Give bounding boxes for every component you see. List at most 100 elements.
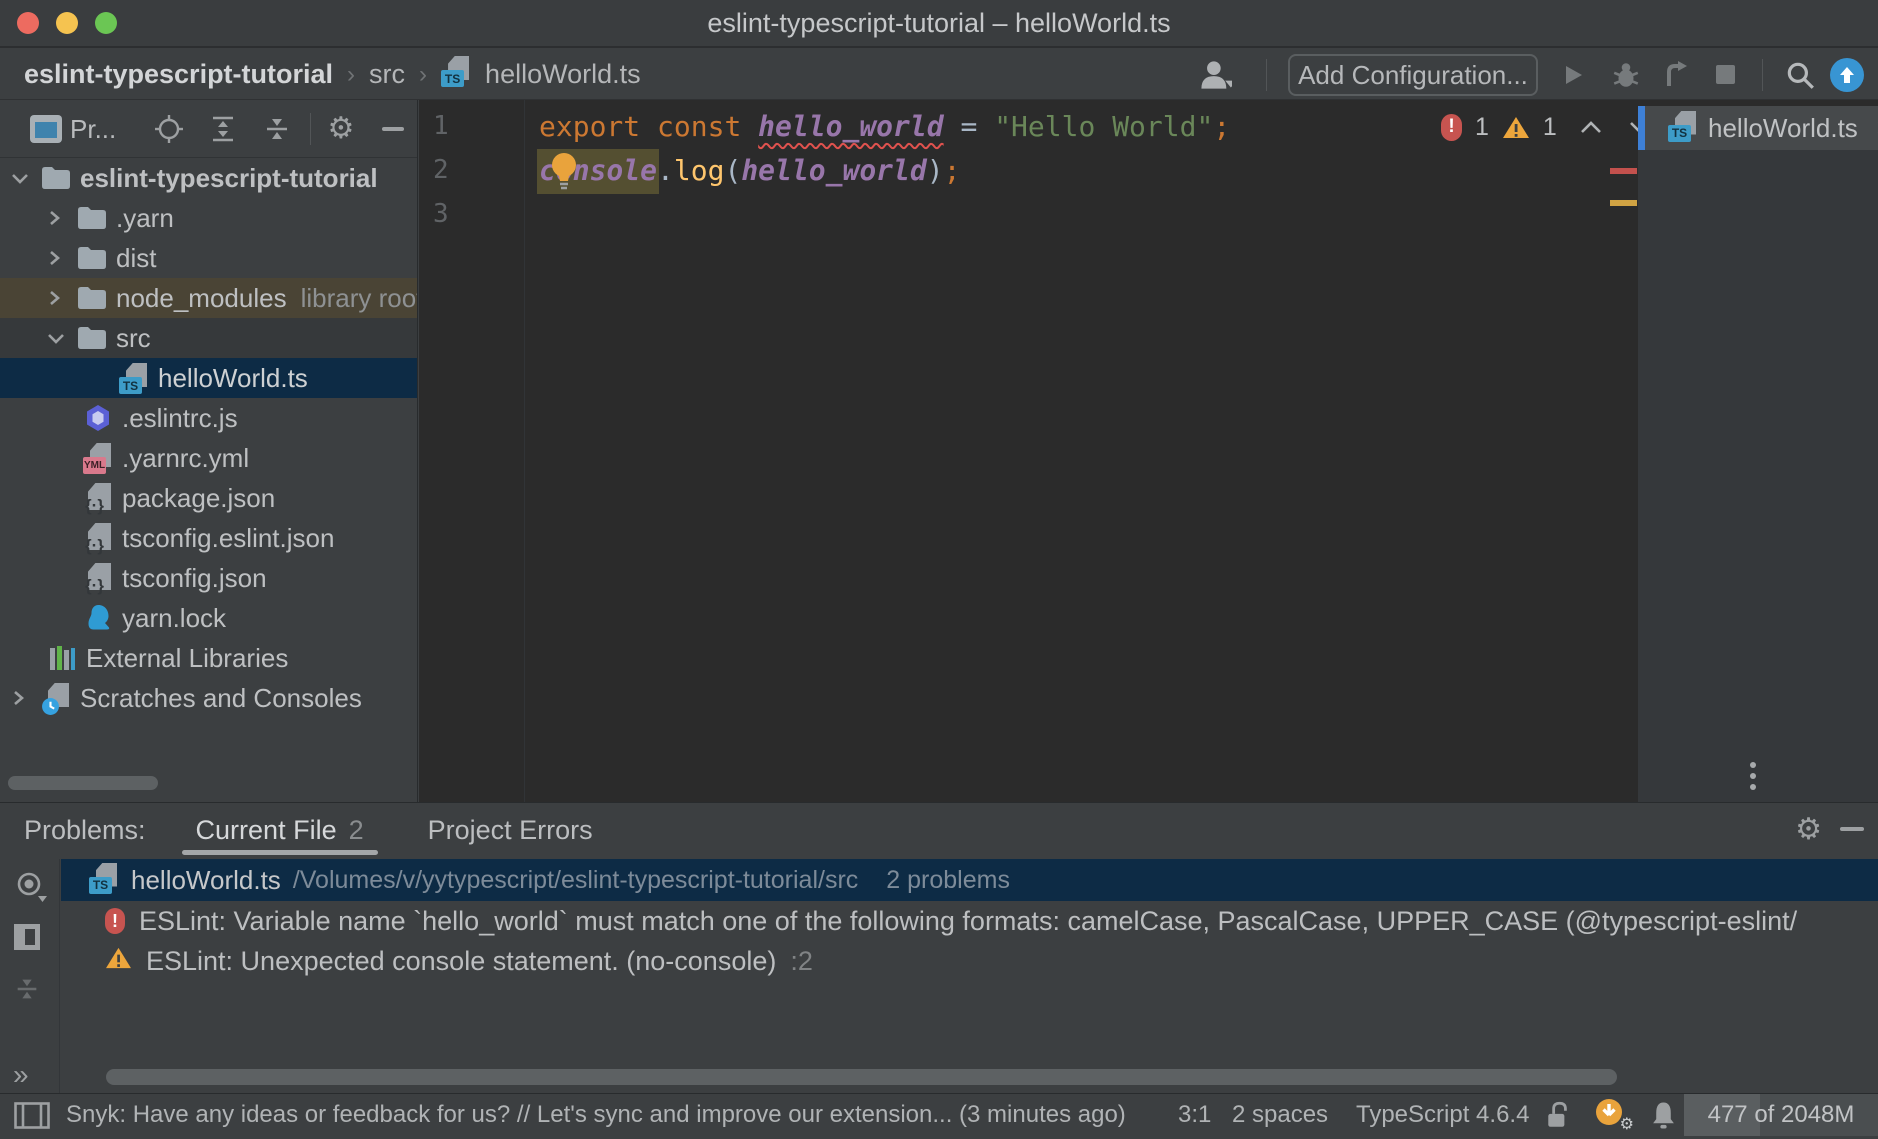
warning-stripe-mark[interactable] [1610, 200, 1637, 206]
chevron-right-icon[interactable] [46, 248, 76, 268]
problem-row-warning[interactable]: ESLint: Unexpected console statement. (n… [61, 941, 1878, 981]
problems-list: TS helloWorld.ts /Volumes/v/yytypescript… [61, 859, 1878, 981]
tree-item-src[interactable]: src [0, 318, 417, 358]
minus-icon [382, 127, 404, 131]
collapse-nodes-button[interactable] [13, 975, 41, 1008]
problems-label: Problems: [24, 815, 146, 846]
problems-settings-button[interactable]: ⚙ [1795, 815, 1822, 845]
tab-project-errors[interactable]: Project Errors [414, 803, 607, 857]
tree-item-eslintrc-js[interactable]: .eslintrc.js [0, 398, 417, 438]
tree-item-dist[interactable]: dist [0, 238, 417, 278]
breadcrumb-dir[interactable]: src [369, 59, 405, 90]
tree-item-yarnrc-yml[interactable]: YML.yarnrc.yml [0, 438, 417, 478]
toolwindow-layout-button[interactable] [14, 1094, 50, 1136]
search-icon [1784, 59, 1816, 91]
editor-tab-helloworld[interactable]: TS helloWorld.ts × [1638, 106, 1878, 150]
locate-file-button[interactable] [154, 114, 184, 144]
chevron-down-icon[interactable] [10, 170, 40, 186]
project-panel-title[interactable]: Pr... [70, 114, 116, 145]
editor-tab-strip: TS helloWorld.ts × [1638, 100, 1878, 802]
code-line-2[interactable]: 2console.log(hello_world); [419, 148, 1638, 192]
scrollbar-thumb[interactable] [106, 1069, 1617, 1085]
tree-item-package-json[interactable]: {·} package.json [0, 478, 417, 518]
tree-item-eslint-typescript-tutorial[interactable]: eslint-typescript-tutorial [0, 158, 417, 198]
chevron-down-icon[interactable] [46, 330, 76, 346]
problems-toolbar: » [0, 859, 60, 1093]
json-icon: {·} [82, 562, 114, 594]
breadcrumb-project[interactable]: eslint-typescript-tutorial [24, 59, 333, 90]
project-horizontal-scrollbar[interactable] [8, 776, 158, 790]
error-stripe-mark[interactable] [1610, 168, 1637, 174]
problem-line-ref: :2 [790, 946, 813, 977]
tree-item-node-modules[interactable]: node_moduleslibrary root [0, 278, 417, 318]
memory-indicator[interactable]: 477 of 2048M [1684, 1094, 1878, 1136]
tree-item-yarn[interactable]: .yarn [0, 198, 417, 238]
run-with-coverage-button[interactable] [1662, 50, 1690, 99]
editor-options-kebab-icon[interactable] [1750, 762, 1756, 795]
indent-widget[interactable]: 2 spaces [1232, 1094, 1328, 1136]
problem-row-error[interactable]: !ESLint: Variable name `hello_world` mus… [61, 901, 1878, 941]
caret-position-widget[interactable]: 3:1 [1178, 1094, 1211, 1136]
json-icon: {·} [82, 482, 114, 514]
hide-panel-button[interactable] [378, 114, 408, 144]
expand-all-button[interactable] [208, 114, 238, 144]
user-profile-button[interactable] [1198, 50, 1232, 99]
crosshair-icon [154, 114, 184, 144]
tree-item-helloworld-ts[interactable]: TShelloWorld.ts [0, 358, 417, 398]
problem-issue-rows: !ESLint: Variable name `hello_world` mus… [61, 901, 1878, 981]
problems-view-options-button[interactable] [13, 871, 49, 908]
tree-item-label: yarn.lock [122, 603, 226, 634]
chevron-right-icon[interactable] [46, 288, 76, 308]
intention-bulb-icon[interactable] [547, 150, 581, 199]
error-count[interactable]: 1 [1475, 113, 1489, 142]
window-layout-icon [14, 1102, 50, 1129]
tree-item-tsconfig-eslint-json[interactable]: {·}tsconfig.eslint.json [0, 518, 417, 558]
problems-file-row[interactable]: TS helloWorld.ts /Volumes/v/yytypescript… [61, 859, 1878, 901]
status-message[interactable]: Snyk: Have any ideas or feedback for us?… [66, 1094, 1156, 1136]
tree-item-external-libraries[interactable]: External Libraries [0, 638, 417, 678]
library-root-label: library root [301, 283, 417, 314]
run-button[interactable] [1560, 50, 1586, 99]
add-configuration-button[interactable]: Add Configuration... [1288, 54, 1538, 96]
tree-item-yarn-lock[interactable]: yarn.lock [0, 598, 417, 638]
tree-item-label: package.json [122, 483, 275, 514]
tree-item-tsconfig-json[interactable]: {·}tsconfig.json [0, 558, 417, 598]
tree-item-label: helloWorld.ts [158, 363, 308, 394]
code-text: export const hello_world = "Hello World"… [524, 110, 1230, 143]
search-everywhere-button[interactable] [1784, 50, 1816, 99]
toolbar-separator [1266, 59, 1267, 91]
main-area: Pr... [0, 100, 1878, 802]
line-number: 3 [419, 199, 524, 229]
breadcrumb-file[interactable]: helloWorld.ts [485, 59, 641, 90]
warning-triangle-icon[interactable] [1502, 115, 1530, 140]
chevron-right-icon[interactable] [46, 208, 76, 228]
typescript-file-icon: TS [1668, 110, 1698, 147]
hide-problems-button[interactable] [1840, 827, 1864, 831]
update-available-button[interactable] [1830, 50, 1864, 99]
stop-button[interactable] [1716, 50, 1735, 99]
project-panel-header: Pr... [0, 100, 417, 158]
previous-problem-chevron-up-icon[interactable] [1580, 121, 1602, 134]
readonly-toggle-button[interactable] [1546, 1094, 1572, 1136]
open-details-button[interactable] [13, 923, 41, 956]
editor-tab-label: helloWorld.ts [1708, 113, 1858, 144]
typescript-file-icon: TS [89, 862, 119, 899]
notifications-button[interactable] [1650, 1094, 1677, 1136]
project-settings-button[interactable]: ⚙ [326, 114, 356, 144]
project-tool-icon [30, 115, 62, 143]
scratch-icon [40, 682, 72, 714]
problem-text: ESLint: Unexpected console statement. (n… [146, 946, 776, 977]
debug-button[interactable] [1611, 50, 1641, 99]
more-toolbar-actions-button[interactable]: » [13, 1059, 29, 1091]
error-badge-icon[interactable]: ! [1441, 114, 1462, 141]
tab-current-file[interactable]: Current File 2 [182, 803, 378, 857]
typescript-service-button[interactable]: ⚙ [1594, 1094, 1630, 1136]
collapse-all-button[interactable] [262, 114, 292, 144]
chevron-right-icon[interactable] [10, 688, 40, 708]
folder-icon [76, 245, 108, 271]
warning-count[interactable]: 1 [1543, 113, 1557, 142]
code-line-3[interactable]: 3 [419, 192, 1638, 236]
typescript-version-widget[interactable]: TypeScript 4.6.4 [1356, 1094, 1529, 1136]
problem-text: ESLint: Variable name `hello_world` must… [139, 906, 1797, 937]
tree-item-scratches-and-consoles[interactable]: Scratches and Consoles [0, 678, 417, 718]
